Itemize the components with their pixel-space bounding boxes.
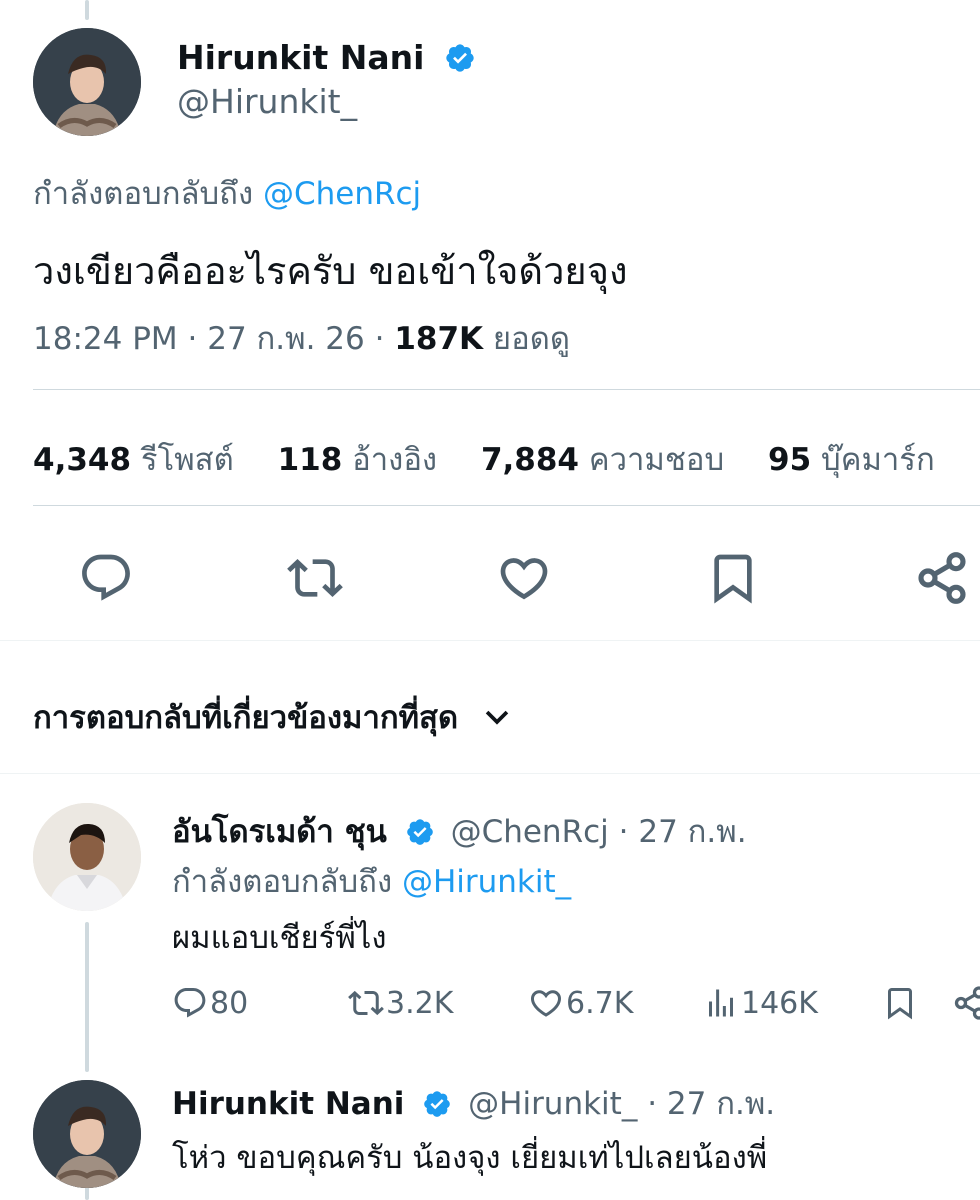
reply1-like-action[interactable]: 6.7K [528, 985, 633, 1021]
share-icon [954, 986, 980, 1020]
reply1-like-count: 6.7K [566, 985, 634, 1021]
reply1-views-action[interactable]: 146K [703, 985, 818, 1021]
reply2-handle[interactable]: @Hirunkit_ [468, 1086, 637, 1122]
tweet-time[interactable]: 18:24 PM [33, 321, 178, 357]
reposts-stat[interactable]: 4,348 รีโพสต์ [33, 442, 234, 478]
verified-badge-icon [424, 1091, 451, 1117]
reply1-context: กำลังตอบกลับถึง @Hirunkit_ [172, 856, 571, 906]
tweet-meta: 18:24 PM · 27 ก.พ. 26 · 187K ยอดดู [33, 321, 570, 357]
divider-replies [0, 773, 980, 774]
heart-icon[interactable] [496, 550, 552, 606]
reply1-date[interactable]: · 27 ก.พ. [619, 814, 747, 850]
views-label: ยอดดู [492, 321, 570, 357]
replies-sort-dropdown[interactable]: การตอบกลับที่เกี่ยวข้องมากที่สุด [33, 692, 514, 742]
tweet-date[interactable]: 27 ก.พ. 26 [207, 321, 365, 357]
divider-actions [0, 640, 980, 641]
stats-row: 4,348 รีโพสต์ 118 อ้างอิง 7,884 ความชอบ … [33, 434, 935, 484]
reply-icon [174, 988, 206, 1018]
reply1-header: อันโดรเมด้า ชุน @ChenRcj · 27 ก.พ. [172, 806, 747, 856]
chevron-down-icon [485, 710, 509, 725]
share-icon[interactable] [914, 550, 970, 606]
reply1-bookmark-action[interactable] [882, 985, 920, 1021]
reply1-reply-to-link[interactable]: @Hirunkit_ [402, 864, 571, 900]
verified-badge-icon [446, 44, 474, 72]
reply2-author-name[interactable]: Hirunkit Nani [172, 1086, 404, 1122]
reply1-reply-prefix: กำลังตอบกลับถึง [172, 864, 393, 900]
quotes-stat[interactable]: 118 อ้างอิง [278, 442, 438, 478]
author-name[interactable]: Hirunkit Nani [177, 38, 424, 77]
reply2-header: Hirunkit Nani @Hirunkit_ · 27 ก.พ. [172, 1078, 775, 1128]
bookmarks-stat[interactable]: 95 บุ๊คมาร์ก [768, 442, 935, 478]
reply-context: กำลังตอบกลับถึง @ChenRcj [33, 168, 421, 218]
reply1-share-action[interactable] [952, 985, 980, 1021]
heart-icon [530, 990, 562, 1017]
reply-icon[interactable] [78, 550, 134, 606]
reply2-date[interactable]: · 27 ก.พ. [647, 1086, 775, 1122]
likes-stat[interactable]: 7,884 ความชอบ [481, 442, 724, 478]
analytics-icon [709, 989, 733, 1017]
author-handle[interactable]: @Hirunkit_ [177, 82, 357, 121]
retweet-icon [348, 990, 384, 1016]
reply2-avatar[interactable] [33, 1080, 141, 1188]
divider-stats [33, 505, 980, 506]
reply-to-link[interactable]: @ChenRcj [263, 176, 421, 212]
thread-line-reply [85, 922, 89, 1072]
bookmark-icon[interactable] [705, 550, 761, 606]
thread-line-top [85, 0, 89, 20]
divider-top [33, 389, 980, 390]
reply-prefix: กำลังตอบกลับถึง [33, 176, 254, 212]
reply1-retweet-action[interactable]: 3.2K [348, 985, 453, 1021]
reply1-retweet-count: 3.2K [386, 985, 454, 1021]
bookmark-icon [888, 988, 912, 1020]
retweet-icon[interactable] [287, 550, 343, 606]
reply2-text: โห่ว ขอบคุณครับ น้องจุง เยี่ยมเท่ไปเลยน้… [172, 1140, 768, 1176]
reply1-author-name[interactable]: อันโดรเมด้า ชุน [172, 814, 387, 850]
tweet-text: วงเขียวคืออะไรครับ ขอเข้าใจด้วยจุง [33, 249, 628, 293]
replies-sort-label: การตอบกลับที่เกี่ยวข้องมากที่สุด [33, 700, 459, 736]
reply1-text: ผมแอบเชียร์พี่ไง [172, 920, 387, 956]
views-count: 187K [394, 321, 484, 357]
reply1-views-count: 146K [741, 985, 818, 1021]
reply1-reply-count: 80 [210, 985, 249, 1021]
author-avatar[interactable] [33, 28, 141, 136]
reply1-avatar[interactable] [33, 803, 141, 911]
reply1-reply-action[interactable]: 80 [172, 985, 248, 1021]
verified-badge-icon [406, 819, 433, 845]
reply1-handle[interactable]: @ChenRcj [451, 814, 609, 850]
